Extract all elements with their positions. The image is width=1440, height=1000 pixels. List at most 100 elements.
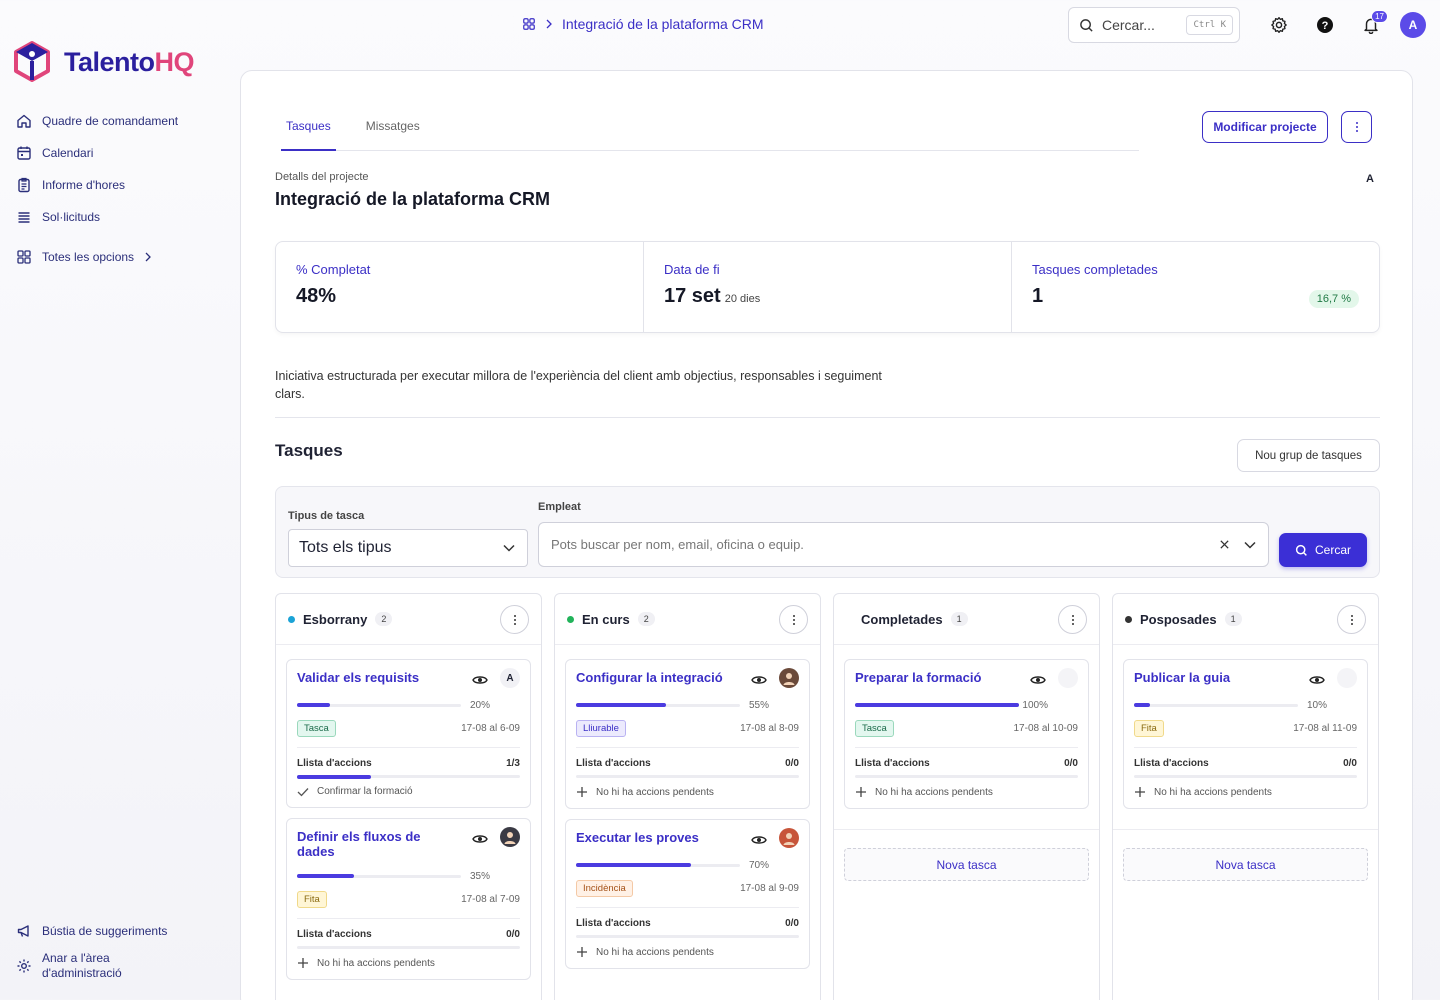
task-card[interactable]: Executar les proves 70% Incidència 17-08 al…	[565, 819, 810, 969]
edit-project-button[interactable]: Modificar projecte	[1202, 111, 1328, 143]
task-title[interactable]: Publicar la guia	[1134, 670, 1284, 688]
action-item[interactable]: No hi ha accions pendents	[576, 946, 799, 958]
plus-icon[interactable]	[1134, 786, 1146, 798]
task-title[interactable]: Validar els requisits	[297, 670, 447, 688]
action-item[interactable]: No hi ha accions pendents	[297, 957, 520, 969]
column-menu-button[interactable]	[500, 605, 529, 634]
task-title[interactable]: Preparar la formació	[855, 670, 1005, 688]
eye-icon[interactable]	[751, 834, 767, 846]
chevron-down-icon	[503, 544, 515, 552]
new-task-button[interactable]: Nova tasca	[1123, 848, 1368, 881]
task-title[interactable]: Executar les proves	[576, 830, 726, 848]
actions-progress	[576, 935, 799, 938]
breadcrumb-current[interactable]: Integració de la plataforma CRM	[562, 16, 764, 32]
eye-icon[interactable]	[751, 674, 767, 686]
chevron-down-icon[interactable]	[1244, 541, 1256, 549]
progress-label: 70%	[748, 859, 769, 871]
eye-icon[interactable]	[472, 833, 488, 845]
actions-progress	[1134, 775, 1357, 778]
calendar-icon	[17, 146, 31, 160]
sidebar-all-options[interactable]: Totes les opcions	[16, 249, 152, 265]
plus-icon[interactable]	[576, 946, 588, 958]
assignee-avatar[interactable]: A	[500, 668, 520, 688]
assignee-avatar[interactable]	[500, 827, 520, 847]
watch-button[interactable]	[751, 834, 767, 849]
task-type-select[interactable]: Tots els tipus	[288, 529, 528, 567]
actions-header: Llista d'accions 0/0	[576, 918, 799, 929]
progress-track	[576, 703, 740, 707]
employee-placeholder: Pots buscar per nom, email, oficina o eq…	[551, 537, 804, 552]
task-meta: Tasca 17-08 al 6-09	[297, 720, 520, 737]
eye-icon[interactable]	[1030, 674, 1046, 686]
sidebar-item-suggestions[interactable]: Bústia de suggeriments	[16, 920, 226, 942]
actions-progress-fill	[297, 775, 371, 779]
eye-icon[interactable]	[472, 674, 488, 686]
status-badge: 16,7 %	[1308, 290, 1359, 308]
watch-button[interactable]	[751, 674, 767, 689]
tab-bar: Tasques Missatges	[281, 109, 1139, 151]
sidebar-item-dashboard[interactable]: Quadre de comandament	[16, 110, 226, 132]
action-item[interactable]: No hi ha accions pendents	[576, 786, 799, 798]
grid-icon[interactable]	[522, 17, 536, 31]
progress-fill	[855, 703, 1019, 707]
sidebar-item-hours-report[interactable]: Informe d'hores	[16, 174, 226, 196]
task-card[interactable]: Publicar la guia 10% Fita 17-08 al 11-09 Lli…	[1123, 659, 1368, 809]
column-menu-button[interactable]	[779, 605, 808, 634]
task-meta: Tasca 17-08 al 10-09	[855, 720, 1078, 737]
task-title[interactable]: Configurar la integració	[576, 670, 726, 688]
more-options-button[interactable]	[1341, 111, 1372, 143]
task-card[interactable]: Configurar la integració 55% Lliurable 17-0…	[565, 659, 810, 809]
plus-icon[interactable]	[297, 957, 309, 969]
sidebar-item-label: Calendari	[42, 146, 94, 160]
search-button[interactable]: Cercar	[1279, 533, 1367, 567]
task-dates: 17-08 al 8-09	[740, 723, 799, 734]
employee-search-field[interactable]: Pots buscar per nom, email, oficina o eq…	[538, 522, 1269, 567]
tab-tasks[interactable]: Tasques	[281, 109, 336, 151]
search-input[interactable]: Cercar... Ctrl K	[1068, 7, 1240, 43]
assignee-avatar[interactable]	[1058, 668, 1078, 688]
assignee-avatar[interactable]	[1337, 668, 1357, 688]
project-description: Iniciativa estructurada per executar mil…	[275, 369, 882, 401]
column-menu-button[interactable]	[1337, 605, 1366, 634]
column-menu-button[interactable]	[1058, 605, 1087, 634]
clipboard-icon	[18, 177, 30, 193]
action-item[interactable]: No hi ha accions pendents	[1134, 786, 1357, 798]
new-task-button[interactable]: Nova tasca	[844, 848, 1089, 881]
task-card[interactable]: Validar els requisits A 20% Tasca 17-08 al 6…	[286, 659, 531, 808]
type-filter-label: Tipus de tasca	[288, 510, 365, 522]
status-dot	[1125, 615, 1132, 623]
tab-messages[interactable]: Missatges	[362, 109, 424, 151]
task-type-tag: Incidència	[576, 880, 633, 897]
grid-icon	[17, 250, 31, 264]
sidebar-item-requests[interactable]: Sol·licituds	[16, 206, 226, 228]
task-card[interactable]: Preparar la formació 100% Tasca 17-08 al 10…	[844, 659, 1089, 809]
plus-icon[interactable]	[576, 786, 588, 798]
new-task-group-button[interactable]: Nou grup de tasques	[1237, 439, 1380, 472]
settings-button[interactable]	[1268, 14, 1290, 36]
user-avatar[interactable]: A	[1400, 12, 1426, 38]
actions-label: Llista d'accions	[576, 758, 651, 769]
watch-button[interactable]	[472, 674, 488, 689]
sidebar-item-admin[interactable]: Anar a l'àrea d'administració	[16, 948, 226, 984]
action-item[interactable]: Confirmar la formació	[297, 786, 520, 797]
action-item[interactable]: No hi ha accions pendents	[855, 786, 1078, 798]
chevron-right-icon	[145, 252, 151, 262]
notifications-button[interactable]: 17	[1360, 10, 1388, 36]
help-button[interactable]: ?	[1314, 14, 1336, 36]
brand-logo[interactable]: TalentoHQ	[12, 40, 194, 84]
task-title[interactable]: Definir els fluxos de dades	[297, 829, 447, 859]
watch-button[interactable]	[1309, 674, 1325, 689]
assignee-avatar[interactable]	[779, 668, 799, 688]
task-dates: 17-08 al 7-09	[461, 894, 520, 905]
plus-icon[interactable]	[855, 786, 867, 798]
topbar: Integració de la plataforma CRM Cercar..…	[240, 0, 1440, 50]
assignee-avatar[interactable]	[779, 828, 799, 848]
watch-button[interactable]	[472, 833, 488, 848]
eye-icon[interactable]	[1309, 674, 1325, 686]
person-icon	[783, 673, 795, 685]
sidebar-item-calendar[interactable]: Calendari	[16, 142, 226, 164]
watch-button[interactable]	[1030, 674, 1046, 689]
clear-icon[interactable]	[1219, 539, 1230, 550]
status-dot	[567, 615, 574, 623]
task-card[interactable]: Definir els fluxos de dades 35% Fita 17-08 …	[286, 818, 531, 980]
